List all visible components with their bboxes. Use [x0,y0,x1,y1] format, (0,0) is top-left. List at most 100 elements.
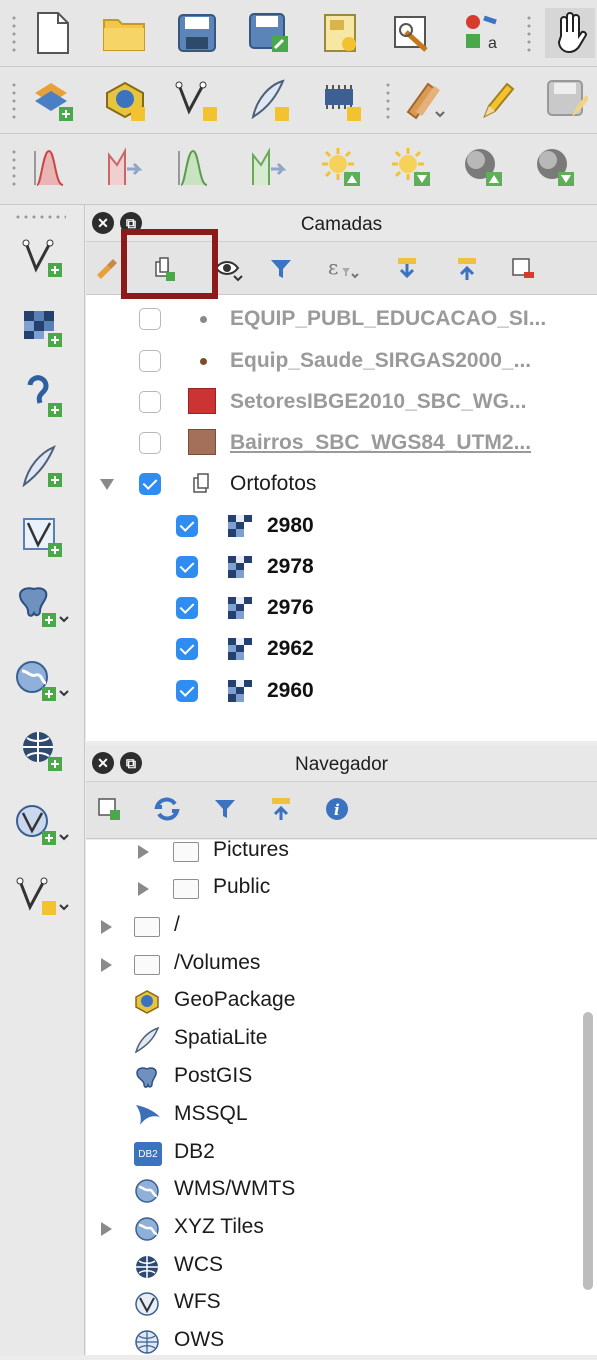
browser-item[interactable]: GeoPackage [86,984,597,1020]
group-row[interactable]: Ortofotos [86,464,597,504]
expand-arrow-icon[interactable] [101,1222,112,1236]
expand-arrow-icon[interactable] [101,920,112,934]
profile-edit-green-icon[interactable] [244,142,294,192]
browser-item-label: PostGIS [174,1064,253,1087]
browser-item[interactable]: WMS/WMTS [86,1173,597,1209]
add-spatialite-layer-icon[interactable] [8,437,76,497]
style-manager-icon[interactable]: a [458,8,508,58]
raster-layer-row[interactable]: 2976 [86,588,597,628]
filter-icon[interactable] [208,792,242,826]
save-as-icon[interactable] [244,8,294,58]
profile-red-icon[interactable] [28,142,78,192]
layer-name: 2978 [267,555,314,578]
toggle-editing-icon[interactable] [472,75,522,125]
filter-icon[interactable] [264,252,298,286]
folder-icon [134,955,160,975]
group-icon [190,472,214,501]
add-layer-icon[interactable] [28,75,78,125]
add-mesh-layer-icon[interactable] [8,367,76,427]
expand-arrow-icon[interactable] [101,958,112,972]
manage-layers-toolbar [0,205,85,1355]
add-vector-layer-icon[interactable] [8,227,76,287]
browser-item[interactable]: MSSQL [86,1098,597,1134]
refresh-icon[interactable] [150,792,184,826]
browser-scrollbar[interactable] [583,1012,593,1290]
current-edits-icon[interactable] [400,75,450,125]
open-project-icon[interactable] [100,8,150,58]
add-virtual-layer-icon[interactable] [8,507,76,567]
browser-item[interactable]: DB2 DB2 [86,1136,597,1172]
globe-up-icon[interactable] [458,142,508,192]
layer-checkbox[interactable] [176,515,198,537]
collapse-all-icon[interactable] [264,792,298,826]
group-checkbox[interactable] [139,473,161,495]
new-shapefile-icon[interactable] [8,865,76,925]
add-vector-icon[interactable] [100,75,150,125]
browser-item[interactable]: Pictures [86,834,597,870]
add-wfs-layer-icon[interactable] [8,795,76,855]
add-wcs-layer-icon[interactable] [8,721,76,781]
save-project-icon[interactable] [172,8,222,58]
expand-arrow-icon[interactable] [138,882,149,896]
layer-checkbox[interactable] [139,308,161,330]
expression-filter-icon[interactable]: ε [326,252,360,286]
pan-map-icon[interactable] [545,8,595,58]
browser-item[interactable]: / [86,909,597,945]
info-icon[interactable]: i [320,792,354,826]
add-postgis-layer-icon[interactable] [8,577,76,637]
layer-row[interactable]: EQUIP_PUBL_EDUCACAO_SI... [86,299,597,339]
browser-item[interactable]: XYZ Tiles [86,1211,597,1247]
layer-checkbox[interactable] [139,432,161,454]
toolbar-grip[interactable] [12,14,16,54]
remove-layer-icon[interactable] [506,252,540,286]
browser-item[interactable]: Public [86,871,597,907]
layer-row[interactable]: SetoresIBGE2010_SBC_WG... [86,382,597,422]
layer-checkbox[interactable] [176,638,198,660]
collapse-all-icon[interactable] [450,252,484,286]
profile-green-icon[interactable] [172,142,222,192]
layer-checkbox[interactable] [139,391,161,413]
sun-down-icon[interactable] [386,142,436,192]
save-edits-icon[interactable] [542,75,592,125]
browser-item[interactable]: /Volumes [86,947,597,983]
add-raster-icon[interactable] [316,75,366,125]
expand-all-icon[interactable] [390,252,424,286]
xyz-icon [134,1216,160,1247]
style-icon[interactable] [90,252,124,286]
layer-checkbox[interactable] [139,350,161,372]
globe-down-icon[interactable] [530,142,580,192]
new-project-icon[interactable] [28,8,78,58]
collapse-arrow-icon[interactable] [100,479,114,490]
add-raster-layer-icon[interactable] [8,297,76,357]
add-spatialite-icon[interactable] [244,75,294,125]
layer-row[interactable]: Bairros_SBC_WGS84_UTM2... [86,423,597,463]
expand-arrow-icon[interactable] [138,845,149,859]
browser-item-label: WMS/WMTS [174,1177,296,1200]
browser-panel-header: ✕ ⧉ Navegador [86,745,597,782]
browser-item[interactable]: WCS [86,1249,597,1285]
layout-manager-icon[interactable] [388,8,438,58]
layer-checkbox[interactable] [176,680,198,702]
browser-item[interactable]: WFS [86,1286,597,1322]
browser-item-label: Pictures [213,838,289,861]
raster-layer-row[interactable]: 2978 [86,547,597,587]
browser-item[interactable]: PostGIS [86,1060,597,1096]
raster-layer-row[interactable]: 2960 [86,671,597,711]
toolbar-grip[interactable] [12,148,16,188]
new-print-layout-icon[interactable] [316,8,366,58]
layer-checkbox[interactable] [176,597,198,619]
sun-up-icon[interactable] [316,142,366,192]
add-selected-layers-icon[interactable] [92,792,126,826]
browser-item[interactable]: SpatiaLite [86,1022,597,1058]
profile-edit-icon[interactable] [100,142,150,192]
raster-layer-row[interactable]: 2962 [86,629,597,669]
layer-name: 2980 [267,514,314,537]
add-delimited-text-icon[interactable] [172,75,222,125]
add-wms-layer-icon[interactable] [8,651,76,711]
toolbar-grip[interactable] [14,215,66,219]
layer-checkbox[interactable] [176,556,198,578]
browser-item-label: OWS [174,1328,225,1351]
toolbar-grip[interactable] [12,81,16,121]
raster-layer-row[interactable]: 2980 [86,506,597,546]
layer-row[interactable]: Equip_Saude_SIRGAS2000_... [86,341,597,381]
